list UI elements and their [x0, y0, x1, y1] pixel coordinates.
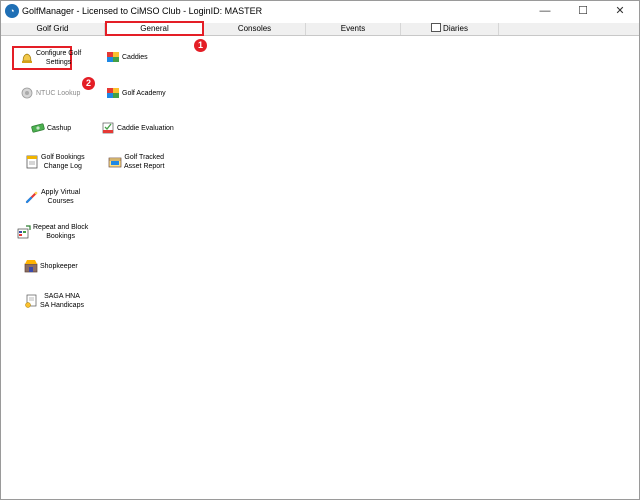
- virtual-courses-icon: [25, 191, 38, 204]
- tile-repeat-and-block-bookings[interactable]: Repeat and Block Bookings: [17, 223, 88, 241]
- tile-label: Golf Academy: [122, 89, 166, 97]
- tile-label: Shopkeeper: [40, 262, 78, 270]
- tab-bar: Golf Grid General Consoles Events Diarie…: [1, 21, 639, 36]
- tab-golf-grid[interactable]: Golf Grid: [1, 23, 105, 35]
- tile-label: Repeat and Block Bookings: [33, 224, 89, 240]
- tile-ntuc-lookup[interactable]: NTUC Lookup: [20, 86, 80, 100]
- tile-label: Golf Tracked Asset Report: [124, 154, 165, 170]
- tile-label: Apply Virtual Courses: [41, 189, 81, 205]
- tile-shopkeeper[interactable]: Shopkeeper: [24, 259, 78, 273]
- tile-label: Caddie Evaluation: [117, 124, 174, 132]
- cash-icon: [31, 123, 45, 133]
- tile-label: Caddies: [122, 53, 148, 61]
- tile-golf-bookings-change-log[interactable]: Golf Bookings Change Log: [25, 153, 85, 171]
- close-button[interactable]: ✕: [605, 2, 635, 22]
- tile-caddies[interactable]: Caddies: [106, 50, 148, 64]
- tab-label: Diaries: [443, 24, 468, 33]
- tile-configure-golf-settings[interactable]: Configure Golf Settings: [20, 49, 81, 67]
- tile-golf-tracked-asset-report[interactable]: Golf Tracked Asset Report: [108, 153, 164, 171]
- tab-label: Consoles: [237, 24, 272, 33]
- minimize-button[interactable]: —: [530, 2, 560, 22]
- window-title: GolfManager - Licensed to CiMSO Club - L…: [22, 6, 263, 16]
- lookup-icon: [21, 87, 33, 99]
- tile-label: SAGA HNA SA Handicaps: [40, 293, 84, 309]
- tab-label: General: [140, 24, 169, 33]
- tab-label: Events: [340, 24, 366, 33]
- tab-diaries[interactable]: Diaries: [401, 23, 499, 35]
- tab-consoles[interactable]: Consoles: [204, 23, 306, 35]
- handicaps-icon: [25, 294, 37, 308]
- log-icon: [26, 155, 38, 169]
- settings-bell-icon: [22, 53, 32, 63]
- app-window: ◔ GolfManager - Licensed to CiMSO Club -…: [0, 0, 640, 500]
- academy-icon: [107, 88, 119, 98]
- tile-label: Cashup: [47, 124, 72, 132]
- tile-label: NTUC Lookup: [36, 89, 81, 97]
- tab-events[interactable]: Events: [306, 23, 401, 35]
- diary-icon: [431, 23, 442, 32]
- title-bar: ◔ GolfManager - Licensed to CiMSO Club -…: [1, 1, 639, 23]
- caddies-icon: [107, 52, 119, 62]
- tab-general[interactable]: General: [105, 21, 204, 36]
- tile-label: Golf Bookings Change Log: [41, 154, 85, 170]
- tile-golf-academy[interactable]: Golf Academy: [106, 86, 166, 100]
- tile-label: Configure Golf Settings: [36, 50, 82, 66]
- asset-report-icon: [108, 157, 122, 168]
- tile-saga-hna-sa-handicaps[interactable]: SAGA HNA SA Handicaps: [24, 292, 84, 310]
- tile-caddie-evaluation[interactable]: Caddie Evaluation: [101, 121, 174, 135]
- shopkeeper-icon: [24, 260, 38, 273]
- maximize-button[interactable]: ☐: [568, 2, 598, 22]
- tile-cashup[interactable]: Cashup: [31, 121, 71, 135]
- step-marker-1: 1: [194, 39, 207, 52]
- tab-label: Golf Grid: [36, 24, 69, 33]
- evaluation-icon: [102, 122, 114, 134]
- tile-apply-virtual-courses[interactable]: Apply Virtual Courses: [25, 188, 80, 206]
- repeat-bookings-icon: [17, 225, 31, 239]
- step-marker-2: 2: [82, 77, 95, 90]
- app-logo-icon: ◔: [5, 4, 19, 18]
